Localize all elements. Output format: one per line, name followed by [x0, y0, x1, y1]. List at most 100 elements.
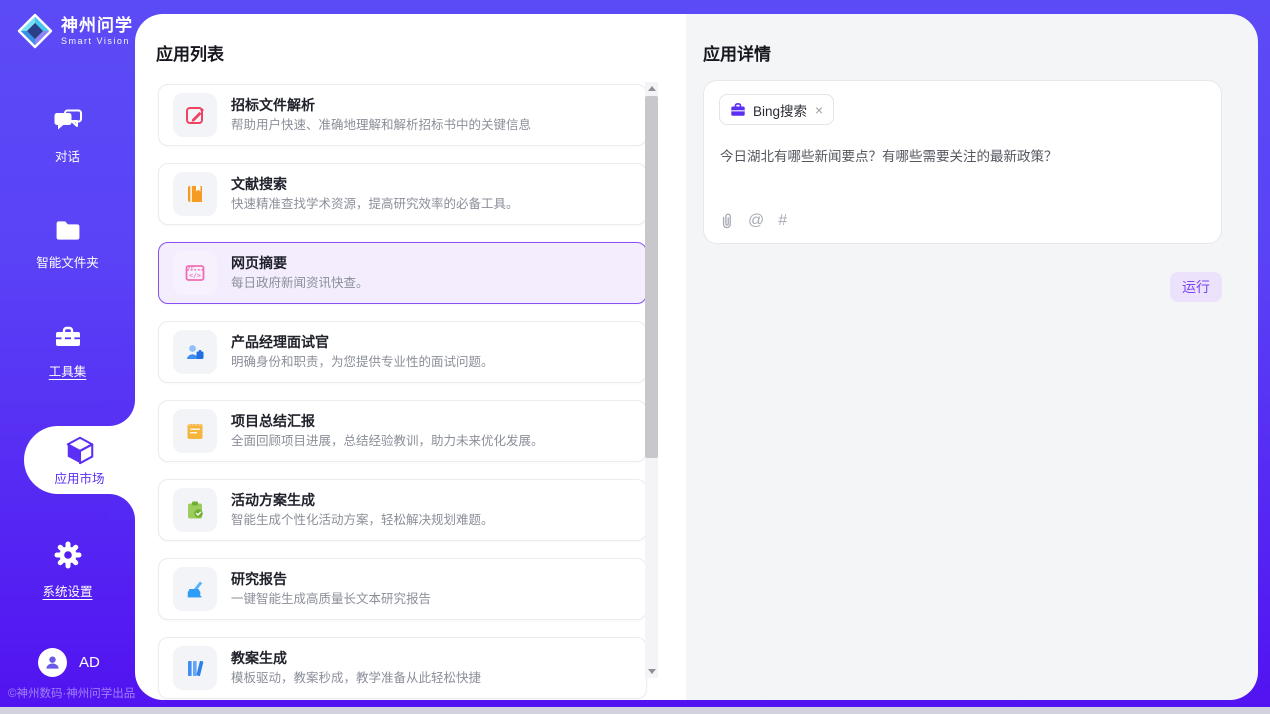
app-desc: 模板驱动，教案秒成，教学准备从此轻松快捷 [231, 671, 481, 686]
triangle-down-icon [648, 669, 656, 674]
sidebar-item-app-market[interactable]: 应用市场 [24, 426, 135, 494]
app-list-item[interactable]: 文献搜索 快速精准查找学术资源，提高研究效率的必备工具。 [158, 163, 647, 225]
brand-name: 神州问学 [61, 16, 133, 36]
app-list-panel: 应用列表 招标文件解析 帮助用户快速、准确地理解和解析招标书 [135, 14, 686, 700]
app-desc: 明确身份和职责，为您提供专业性的面试问题。 [231, 355, 494, 370]
app-list-item[interactable]: 活动方案生成 智能生成个性化活动方案，轻松解决规划难题。 [158, 479, 647, 541]
app-list-item[interactable]: 产品经理面试官 明确身份和职责，为您提供专业性的面试问题。 [158, 321, 647, 383]
app-name: 招标文件解析 [231, 97, 531, 114]
folder-icon [54, 218, 82, 241]
sidebar-item-settings[interactable]: 系统设置 [0, 540, 135, 600]
sidebar-item-label: 系统设置 [0, 581, 135, 600]
app-name: 教案生成 [231, 650, 481, 667]
app-frame: 神州问学 Smart Vision 对话 智能文件夹 [0, 0, 1270, 707]
query-input[interactable]: 今日湖北有哪些新闻要点？有哪些需要关注的最新政策？ [720, 145, 1205, 165]
research-report-icon [184, 578, 206, 600]
bump-bottom-fillet [109, 494, 135, 520]
diamond-logo-icon [16, 12, 54, 50]
person-icon [44, 654, 61, 671]
books-icon [184, 657, 206, 679]
hashtag-icon[interactable]: # [778, 213, 787, 229]
bump-top-fillet [109, 400, 135, 426]
brand-text: 神州问学 Smart Vision [61, 16, 133, 46]
app-desc: 快速精准查找学术资源，提高研究效率的必备工具。 [231, 197, 519, 212]
svg-text:</>: </> [189, 271, 201, 279]
app-texts: 项目总结汇报 全面回顾项目进展，总结经验教训，助力未来优化发展。 [231, 413, 544, 449]
paperclip-icon[interactable] [719, 211, 734, 230]
app-icon-tile [173, 646, 217, 690]
app-list: 招标文件解析 帮助用户快速、准确地理解和解析招标书中的关键信息 [158, 84, 647, 699]
app-list-item[interactable]: 研究报告 一键智能生成高质量长文本研究报告 [158, 558, 647, 620]
app-name: 文献搜索 [231, 176, 519, 193]
tool-chip-bing-search[interactable]: Bing搜索 × [719, 94, 834, 125]
copyright-text: ©神州数码·神州问学出品 [8, 685, 135, 701]
app-icon-tile [173, 488, 217, 532]
app-name: 研究报告 [231, 571, 431, 588]
app-icon-tile [173, 172, 217, 216]
app-texts: 文献搜索 快速精准查找学术资源，提高研究效率的必备工具。 [231, 176, 519, 212]
app-icon-tile [173, 93, 217, 137]
app-list-title: 应用列表 [156, 40, 224, 65]
triangle-up-icon [648, 86, 656, 91]
sticky-note-icon [184, 420, 206, 442]
app-desc: 一键智能生成高质量长文本研究报告 [231, 592, 431, 607]
app-list-item[interactable]: 招标文件解析 帮助用户快速、准确地理解和解析招标书中的关键信息 [158, 84, 647, 146]
scrollbar-thumb[interactable] [645, 96, 658, 458]
briefcase-icon [730, 102, 746, 117]
app-texts: 教案生成 模板驱动，教案秒成，教学准备从此轻松快捷 [231, 650, 481, 686]
sidebar-item-smart-folder[interactable]: 智能文件夹 [0, 218, 135, 271]
clipboard-check-icon [184, 499, 206, 521]
list-scrollbar[interactable] [645, 82, 658, 678]
avatar [38, 648, 67, 677]
sidebar-item-label: 智能文件夹 [0, 252, 135, 271]
app-detail-title: 应用详情 [703, 40, 771, 65]
app-desc: 智能生成个性化活动方案，轻松解决规划难题。 [231, 513, 494, 528]
gear-icon [53, 540, 83, 570]
app-name: 活动方案生成 [231, 492, 494, 509]
brand-subtitle: Smart Vision [61, 36, 133, 46]
content-area: 应用列表 招标文件解析 帮助用户快速、准确地理解和解析招标书 [135, 14, 1258, 700]
app-window: 神州问学 Smart Vision 对话 智能文件夹 [0, 0, 1270, 714]
app-icon-tile [173, 567, 217, 611]
app-texts: 网页摘要 每日政府新闻资讯快查。 [231, 255, 369, 291]
app-detail-panel: 应用详情 Bing搜索 × 今日湖北有哪些新闻要点？有哪些需要关注的最新政策？ [686, 14, 1258, 700]
app-texts: 招标文件解析 帮助用户快速、准确地理解和解析招标书中的关键信息 [231, 97, 531, 133]
app-list-item[interactable]: 项目总结汇报 全面回顾项目进展，总结经验教训，助力未来优化发展。 [158, 400, 647, 462]
app-desc: 每日政府新闻资讯快查。 [231, 276, 369, 291]
sidebar-item-label: 对话 [0, 146, 135, 165]
edit-document-icon [184, 104, 206, 126]
user-name: AD [79, 654, 100, 671]
scroll-up-arrow[interactable] [645, 82, 658, 95]
composer-card[interactable]: Bing搜索 × 今日湖北有哪些新闻要点？有哪些需要关注的最新政策？ @ # [703, 80, 1222, 244]
mention-at-icon[interactable]: @ [748, 213, 764, 229]
app-name: 网页摘要 [231, 255, 369, 272]
toolbox-icon [54, 324, 82, 350]
sidebar-item-label: 应用市场 [54, 468, 104, 487]
composer-toolbar: @ # [719, 211, 787, 230]
sidebar-item-chat[interactable]: 对话 [0, 108, 135, 165]
tool-chip-label: Bing搜索 [753, 100, 807, 120]
app-icon-tile [173, 330, 217, 374]
book-icon [184, 183, 206, 205]
sidebar-item-label: 工具集 [0, 361, 135, 380]
scroll-down-arrow[interactable] [645, 665, 658, 678]
app-texts: 活动方案生成 智能生成个性化活动方案，轻松解决规划难题。 [231, 492, 494, 528]
run-button[interactable]: 运行 [1170, 272, 1222, 302]
app-desc: 全面回顾项目进展，总结经验教训，助力未来优化发展。 [231, 434, 544, 449]
app-texts: 研究报告 一键智能生成高质量长文本研究报告 [231, 571, 431, 607]
app-desc: 帮助用户快速、准确地理解和解析招标书中的关键信息 [231, 118, 531, 133]
user-account[interactable]: AD [38, 648, 100, 677]
app-list-item[interactable]: 教案生成 模板驱动，教案秒成，教学准备从此轻松快捷 [158, 637, 647, 699]
sidebar-item-toolset[interactable]: 工具集 [0, 324, 135, 380]
app-name: 产品经理面试官 [231, 334, 494, 351]
chat-icon [53, 108, 83, 135]
sidebar: 神州问学 Smart Vision 对话 智能文件夹 [0, 0, 135, 707]
app-name: 项目总结汇报 [231, 413, 544, 430]
chip-close-icon[interactable]: × [814, 103, 824, 117]
cube-icon [63, 434, 97, 466]
interviewer-icon [184, 341, 206, 363]
app-list-item-selected[interactable]: </> 网页摘要 每日政府新闻资讯快查。 [158, 242, 647, 304]
app-icon-tile: </> [173, 251, 217, 295]
app-icon-tile [173, 409, 217, 453]
app-texts: 产品经理面试官 明确身份和职责，为您提供专业性的面试问题。 [231, 334, 494, 370]
